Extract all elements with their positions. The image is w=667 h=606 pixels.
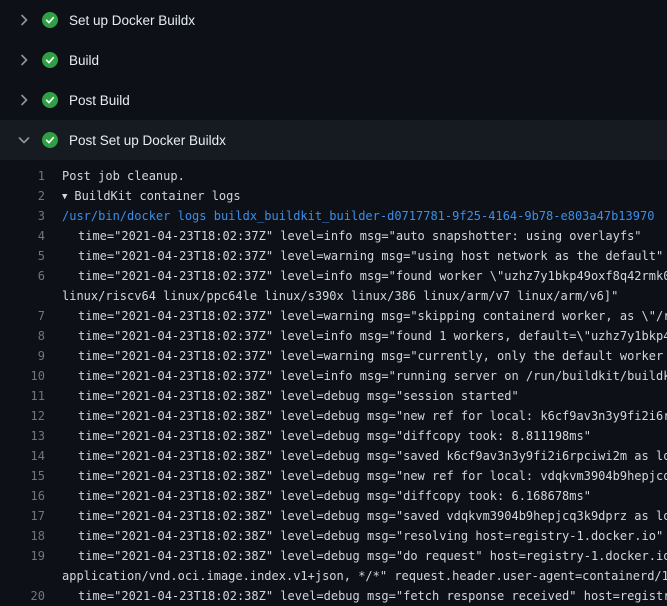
log-text: time="2021-04-23T18:02:37Z" level=info m… <box>62 226 642 246</box>
log-line: 6 time="2021-04-23T18:02:37Z" level=info… <box>0 266 667 286</box>
line-number-link[interactable]: 7 <box>0 306 62 326</box>
log-line: 3 /usr/bin/docker logs buildx_buildkit_b… <box>0 206 667 226</box>
log-text: time="2021-04-23T18:02:37Z" level=warnin… <box>62 306 667 326</box>
log-line: 12 time="2021-04-23T18:02:38Z" level=deb… <box>0 406 667 426</box>
log-line: 16 time="2021-04-23T18:02:38Z" level=deb… <box>0 486 667 506</box>
success-check-icon <box>42 92 58 108</box>
log-line: 13 time="2021-04-23T18:02:38Z" level=deb… <box>0 426 667 446</box>
log-text: time="2021-04-23T18:02:38Z" level=debug … <box>62 486 591 506</box>
step-row-post-set-up-docker-buildx[interactable]: Post Set up Docker Buildx <box>0 120 667 160</box>
log-panel: 1 Post job cleanup. 2 ▼BuildKit containe… <box>0 160 667 606</box>
log-line: 19 time="2021-04-23T18:02:38Z" level=deb… <box>0 546 667 566</box>
line-number-link[interactable]: 10 <box>0 366 62 386</box>
log-line: 9 time="2021-04-23T18:02:37Z" level=warn… <box>0 346 667 366</box>
log-text: time="2021-04-23T18:02:37Z" level=info m… <box>62 266 667 286</box>
log-line: 14 time="2021-04-23T18:02:38Z" level=deb… <box>0 446 667 466</box>
log-text: /usr/bin/docker logs buildx_buildkit_bui… <box>62 206 654 226</box>
log-text: time="2021-04-23T18:02:38Z" level=debug … <box>62 586 667 606</box>
success-check-icon <box>42 52 58 68</box>
log-line: 4 time="2021-04-23T18:02:37Z" level=info… <box>0 226 667 246</box>
log-text: time="2021-04-23T18:02:38Z" level=debug … <box>62 386 519 406</box>
chevron-right-icon <box>16 52 32 68</box>
line-number-link[interactable] <box>0 286 62 306</box>
log-text: application/vnd.oci.image.index.v1+json,… <box>62 566 667 586</box>
log-text: time="2021-04-23T18:02:38Z" level=debug … <box>62 546 667 566</box>
success-check-icon <box>42 132 58 148</box>
line-number-link[interactable] <box>0 566 62 586</box>
line-number-link[interactable]: 3 <box>0 206 62 226</box>
log-text: linux/riscv64 linux/ppc64le linux/s390x … <box>62 286 618 306</box>
line-number-link[interactable]: 6 <box>0 266 62 286</box>
step-title: Post Build <box>69 93 130 108</box>
log-text: time="2021-04-23T18:02:38Z" level=debug … <box>62 446 667 466</box>
log-line: application/vnd.oci.image.index.v1+json,… <box>0 566 667 586</box>
log-text: time="2021-04-23T18:02:37Z" level=info m… <box>62 366 667 386</box>
log-line: 1 Post job cleanup. <box>0 166 667 186</box>
log-line: 15 time="2021-04-23T18:02:38Z" level=deb… <box>0 466 667 486</box>
log-text: Post job cleanup. <box>62 166 185 186</box>
log-line: 17 time="2021-04-23T18:02:38Z" level=deb… <box>0 506 667 526</box>
group-toggle-icon[interactable]: ▼ <box>62 192 67 202</box>
line-number-link[interactable]: 1 <box>0 166 62 186</box>
workflow-log-viewer: Set up Docker Buildx Build P <box>0 0 667 600</box>
log-line: 7 time="2021-04-23T18:02:37Z" level=warn… <box>0 306 667 326</box>
chevron-right-icon <box>16 92 32 108</box>
log-line: 20 time="2021-04-23T18:02:38Z" level=deb… <box>0 586 667 606</box>
line-number-link[interactable]: 20 <box>0 586 62 606</box>
log-text: time="2021-04-23T18:02:38Z" level=debug … <box>62 426 591 446</box>
line-number-link[interactable]: 2 <box>0 186 62 206</box>
line-number-link[interactable]: 13 <box>0 426 62 446</box>
log-text: time="2021-04-23T18:02:37Z" level=warnin… <box>62 346 667 366</box>
log-line: 11 time="2021-04-23T18:02:38Z" level=deb… <box>0 386 667 406</box>
step-title: Post Set up Docker Buildx <box>69 133 226 148</box>
log-line: 10 time="2021-04-23T18:02:37Z" level=inf… <box>0 366 667 386</box>
line-number-link[interactable]: 19 <box>0 546 62 566</box>
success-check-icon <box>42 12 58 28</box>
line-number-link[interactable]: 16 <box>0 486 62 506</box>
log-line: 5 time="2021-04-23T18:02:37Z" level=warn… <box>0 246 667 266</box>
step-row-build[interactable]: Build <box>0 40 667 80</box>
step-row-set-up-docker-buildx[interactable]: Set up Docker Buildx <box>0 0 667 40</box>
line-number-link[interactable]: 4 <box>0 226 62 246</box>
log-text: time="2021-04-23T18:02:38Z" level=debug … <box>62 406 667 426</box>
chevron-right-icon <box>16 12 32 28</box>
step-title: Build <box>69 53 99 68</box>
line-number-link[interactable]: 17 <box>0 506 62 526</box>
line-number-link[interactable]: 12 <box>0 406 62 426</box>
log-text: time="2021-04-23T18:02:37Z" level=info m… <box>62 326 667 346</box>
log-text: time="2021-04-23T18:02:38Z" level=debug … <box>62 466 667 486</box>
line-number-link[interactable]: 14 <box>0 446 62 466</box>
step-row-post-build[interactable]: Post Build <box>0 80 667 120</box>
line-number-link[interactable]: 5 <box>0 246 62 266</box>
log-text: ▼BuildKit container logs <box>62 186 241 206</box>
log-text: time="2021-04-23T18:02:38Z" level=debug … <box>62 506 667 526</box>
log-text: time="2021-04-23T18:02:37Z" level=warnin… <box>62 246 663 266</box>
line-number-link[interactable]: 18 <box>0 526 62 546</box>
line-number-link[interactable]: 11 <box>0 386 62 406</box>
log-line: 18 time="2021-04-23T18:02:38Z" level=deb… <box>0 526 667 546</box>
line-number-link[interactable]: 8 <box>0 326 62 346</box>
line-number-link[interactable]: 9 <box>0 346 62 366</box>
step-title: Set up Docker Buildx <box>69 13 195 28</box>
chevron-down-icon <box>16 132 32 148</box>
log-line: 8 time="2021-04-23T18:02:37Z" level=info… <box>0 326 667 346</box>
log-line: linux/riscv64 linux/ppc64le linux/s390x … <box>0 286 667 306</box>
log-line: 2 ▼BuildKit container logs <box>0 186 667 206</box>
job-steps-list: Set up Docker Buildx Build P <box>0 0 667 160</box>
log-text: time="2021-04-23T18:02:38Z" level=debug … <box>62 526 663 546</box>
line-number-link[interactable]: 15 <box>0 466 62 486</box>
